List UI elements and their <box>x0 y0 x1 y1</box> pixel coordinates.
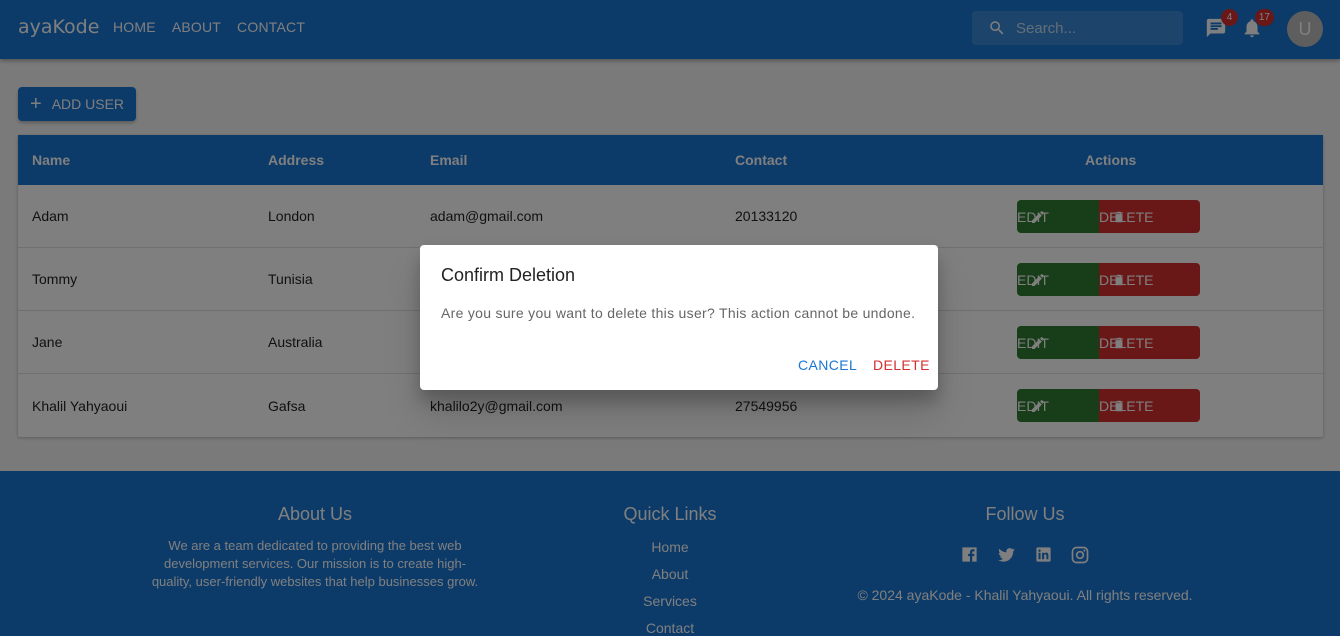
dialog-message: Are you sure you want to delete this use… <box>441 305 916 321</box>
dialog-title: Confirm Deletion <box>441 265 576 285</box>
confirm-delete-button[interactable]: DELETE <box>873 357 930 373</box>
confirm-delete-dialog: Confirm Deletion Are you sure you want t… <box>420 245 938 390</box>
cancel-button[interactable]: CANCEL <box>798 357 857 373</box>
